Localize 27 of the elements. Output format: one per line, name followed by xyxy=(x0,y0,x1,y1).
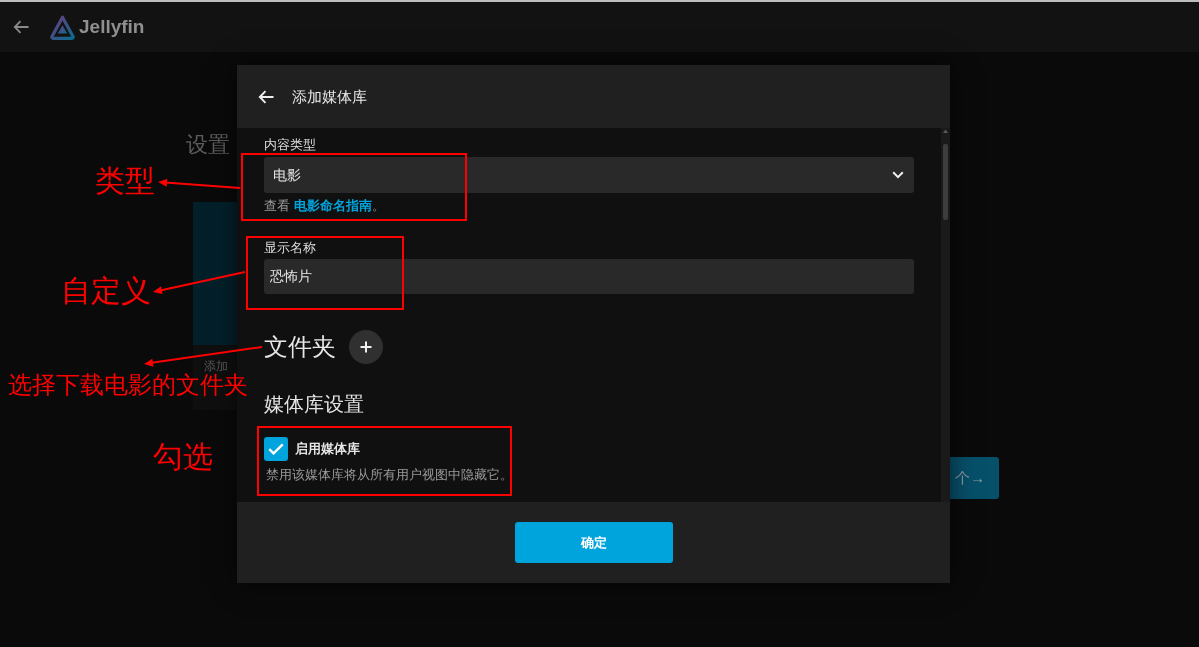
content-type-select[interactable]: 电影 xyxy=(264,157,914,193)
naming-hint: 查看 电影命名指南。 xyxy=(264,198,385,214)
add-folder-button[interactable] xyxy=(349,330,383,364)
option-description: 禁用该媒体库将从所有用户视图中隐藏它。 xyxy=(266,466,513,484)
chevron-down-icon xyxy=(892,171,904,179)
logo-icon xyxy=(50,14,75,40)
card-caption: 添加 xyxy=(204,359,228,373)
naming-guide-link[interactable]: 电影命名指南 xyxy=(293,198,372,213)
section-heading: 媒体库设置 xyxy=(264,392,364,417)
check-icon xyxy=(268,443,284,455)
back-arrow-icon xyxy=(13,20,29,34)
display-name-input[interactable]: 恐怖片 xyxy=(264,259,914,294)
annotation-label: 类型 xyxy=(95,165,155,197)
field-label: 内容类型 xyxy=(264,137,316,153)
field-label: 显示名称 xyxy=(264,240,316,256)
back-arrow-icon xyxy=(258,89,274,104)
scrollbar[interactable] xyxy=(941,128,950,502)
annotation-label: 自定义 xyxy=(61,275,151,307)
checkbox[interactable] xyxy=(264,437,288,461)
page-heading: 设置 xyxy=(186,131,230,159)
annotation-label: 勾选 xyxy=(153,441,213,473)
plus-icon xyxy=(360,341,372,353)
checkbox-label: 启用媒体库 xyxy=(295,440,360,458)
dialog-title: 添加媒体库 xyxy=(292,86,367,107)
annotation-label: 选择下载电影的文件夹 xyxy=(8,372,248,398)
app-name: Jellyfin xyxy=(79,15,145,39)
section-heading: 文件夹 xyxy=(264,333,336,362)
